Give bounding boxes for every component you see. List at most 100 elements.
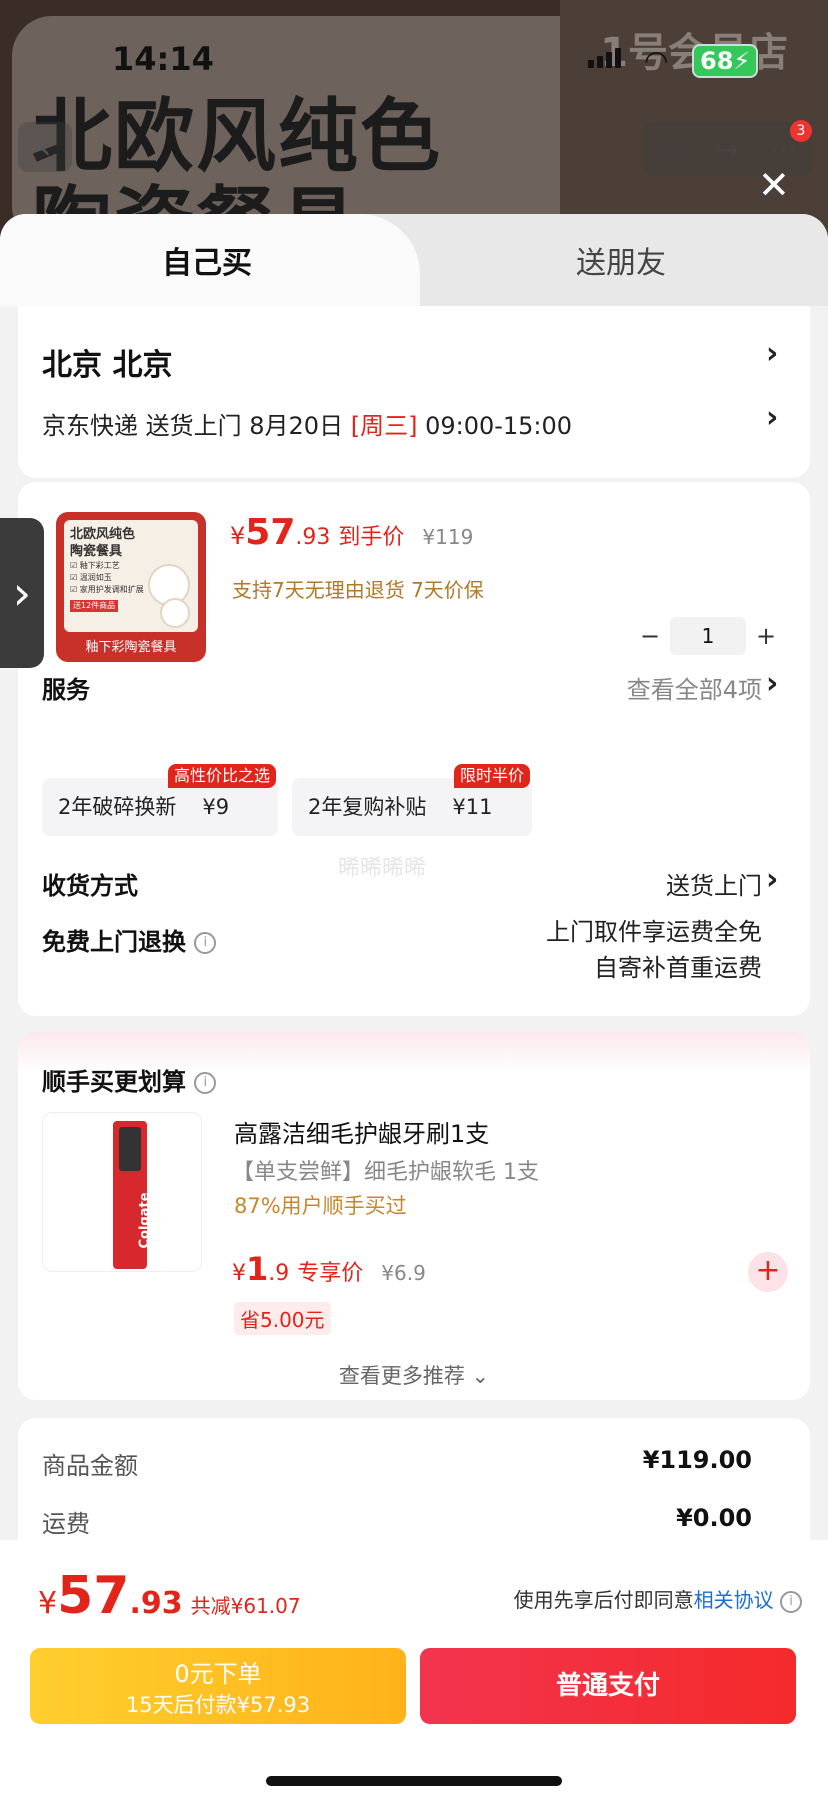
signal-icon xyxy=(588,48,621,68)
background-product-page: 北欧风纯色 陶瓷餐具 1号会员店 xyxy=(0,0,828,240)
toothbrush-image[interactable]: Colgate xyxy=(42,1112,202,1272)
address-card[interactable]: 北京 北京 › 京东快递 送货上门 8月20日 [周三] 09:00-15:00… xyxy=(18,306,810,478)
upsell-item-desc: 【单支尝鲜】细毛护龈软毛 1支 xyxy=(232,1160,539,1185)
service-fee: ¥11 xyxy=(452,795,493,819)
upsell-item-name[interactable]: 高露洁细毛护龈牙刷1支 xyxy=(234,1114,489,1149)
services-title: 服务 xyxy=(42,676,90,704)
price-integer: 1 xyxy=(246,1250,269,1288)
service-option[interactable]: 2年破碎换新 ¥9 高性价比之选 xyxy=(42,764,278,836)
service-badge: 限时半价 xyxy=(453,764,530,788)
original-price: ¥6.9 xyxy=(381,1261,426,1285)
chevron-right-icon: › xyxy=(766,862,779,897)
service-fee: ¥9 xyxy=(202,795,230,819)
message-badge: 3 xyxy=(790,120,812,142)
summary-value: ¥0.00 xyxy=(676,1504,752,1532)
chevron-right-icon: › xyxy=(766,666,779,701)
price-currency: ¥ xyxy=(232,1261,246,1286)
chevron-left-icon: ‹ xyxy=(38,128,52,166)
product-image-caption: 釉下彩陶瓷餐具 xyxy=(85,640,177,655)
quantity-stepper: − 1 + xyxy=(630,616,786,656)
bowl-graphic xyxy=(160,598,190,628)
tab-bar: 自己买 送朋友 xyxy=(0,214,828,306)
tab-buy-self[interactable]: 自己买 xyxy=(0,238,414,282)
receive-method-value[interactable]: 送货上门 xyxy=(666,866,762,901)
info-icon[interactable]: i xyxy=(194,932,217,954)
delivery-time: 09:00-15:00 xyxy=(417,412,573,440)
minus-button[interactable]: − xyxy=(630,622,670,650)
price-tag: 到手价 xyxy=(338,525,405,550)
product-price: ¥57.93 到手价 ¥119 xyxy=(230,512,473,553)
zero-down-sub: 15天后付款¥57.93 xyxy=(125,1693,311,1717)
total-discount: 共减¥61.07 xyxy=(190,1594,301,1618)
total-price: ¥57.93 共减¥61.07 xyxy=(38,1566,301,1626)
summary-value: ¥119.00 xyxy=(642,1446,752,1474)
chevron-right-icon: › xyxy=(766,400,779,435)
price-tag: 专享价 xyxy=(297,1261,364,1286)
original-price: ¥119 xyxy=(422,525,474,549)
product-image-title1: 北欧风纯色 xyxy=(70,527,136,542)
summary-label: 运费 xyxy=(42,1510,90,1538)
delivery-info[interactable]: 京东快递 送货上门 8月20日 [周三] 09:00-15:00 xyxy=(42,406,572,441)
total-integer: 57 xyxy=(57,1566,130,1626)
zero-down-order-button[interactable]: 0元下单 15天后付款¥57.93 xyxy=(30,1648,406,1724)
close-icon[interactable]: ✕ xyxy=(758,166,790,204)
info-icon[interactable]: i xyxy=(194,1072,217,1094)
services-view-all[interactable]: 查看全部4项 xyxy=(627,670,762,705)
upsell-price: ¥1.9 专享价 ¥6.9 xyxy=(232,1250,426,1288)
free-return-line1: 上门取件享运费全免 xyxy=(546,918,762,946)
status-time: 14:14 xyxy=(112,40,214,78)
upsell-card: 顺手买更划算 i Colgate 高露洁细毛护龈牙刷1支 【单支尝鲜】细毛护龈软… xyxy=(18,1032,810,1400)
product-image-badge: 送12件商品 xyxy=(70,600,119,612)
agreement-text: 使用先享后付即同意相关协议 i xyxy=(514,1584,802,1613)
upsell-title: 顺手买更划算 i xyxy=(42,1062,217,1097)
add-to-order-button[interactable]: + xyxy=(748,1252,788,1292)
battery-level: 68 xyxy=(700,47,734,75)
price-decimal: .93 xyxy=(295,525,331,550)
wifi-icon: ◠ xyxy=(644,44,669,77)
battery-indicator: 68⚡ xyxy=(692,44,759,78)
service-name: 2年复购补贴 xyxy=(308,795,427,819)
product-image[interactable]: 北欧风纯色 陶瓷餐具 ☑ 釉下彩工艺 ☑ 温润如玉 ☑ 家用护发调和扩展 送12… xyxy=(56,512,206,662)
address-region: 北京 北京 xyxy=(42,348,173,383)
order-card: 北欧风纯色 陶瓷餐具 ☑ 釉下彩工艺 ☑ 温润如玉 ☑ 家用护发调和扩展 送12… xyxy=(18,482,810,1016)
agreement-link[interactable]: 相关协议 xyxy=(694,1588,774,1612)
total-currency: ¥ xyxy=(38,1586,58,1621)
more-recommendations[interactable]: 查看更多推荐 ⌄ xyxy=(18,1360,810,1390)
toothbrush-graphic: Colgate xyxy=(113,1121,153,1269)
delivery-prefix: 京东快递 送货上门 8月20日 xyxy=(42,412,351,440)
checkout-footer: ¥57.93 共减¥61.07 使用先享后付即同意相关协议 i 0元下单 15天后… xyxy=(0,1540,828,1800)
free-return-line2: 自寄补首重运费 xyxy=(594,954,762,982)
upsell-title-label: 顺手买更划算 xyxy=(42,1068,186,1096)
back-button[interactable]: ‹ xyxy=(18,122,72,172)
normal-pay-button[interactable]: 普通支付 xyxy=(420,1648,796,1724)
price-decimal: .9 xyxy=(268,1261,290,1286)
info-icon[interactable]: i xyxy=(780,1590,802,1613)
brand-logo: Colgate xyxy=(137,1192,153,1249)
service-badge: 高性价比之选 xyxy=(167,764,276,788)
zero-down-label: 0元下单 xyxy=(174,1660,262,1688)
service-option[interactable]: 2年复购补贴 ¥11 限时半价 xyxy=(292,764,532,836)
plus-button[interactable]: + xyxy=(746,622,786,650)
free-return-title: 免费上门退换 i xyxy=(42,922,217,957)
price-currency: ¥ xyxy=(230,522,246,550)
side-drawer-handle[interactable]: › xyxy=(0,518,44,668)
chevron-right-icon: › xyxy=(766,336,779,371)
upsell-item-bought: 87%用户顺手买过 xyxy=(234,1194,407,1218)
share-icon[interactable]: ↪ xyxy=(715,133,738,166)
free-return-label: 免费上门退换 xyxy=(42,928,186,956)
free-return-detail: 上门取件享运费全免 自寄补首重运费 xyxy=(546,914,762,986)
quantity-value[interactable]: 1 xyxy=(670,617,746,655)
agreement-prefix: 使用先享后付即同意 xyxy=(513,1588,694,1612)
more-label: 查看更多推荐 xyxy=(338,1364,465,1388)
price-integer: 57 xyxy=(245,512,296,553)
brush-head xyxy=(119,1127,141,1171)
star-icon[interactable]: ☆ xyxy=(659,133,684,166)
chevron-down-icon: ⌄ xyxy=(471,1364,490,1388)
total-decimal: .93 xyxy=(129,1586,183,1621)
delivery-day: [周三] xyxy=(350,412,418,440)
tab-send-friend[interactable]: 送朋友 xyxy=(414,238,828,282)
home-indicator xyxy=(266,1776,562,1786)
receive-method-title: 收货方式 xyxy=(42,872,138,900)
watermark: 晞晞晞晞 xyxy=(338,856,427,881)
product-image-panel: 北欧风纯色 陶瓷餐具 ☑ 釉下彩工艺 ☑ 温润如玉 ☑ 家用护发调和扩展 送12… xyxy=(64,520,198,632)
